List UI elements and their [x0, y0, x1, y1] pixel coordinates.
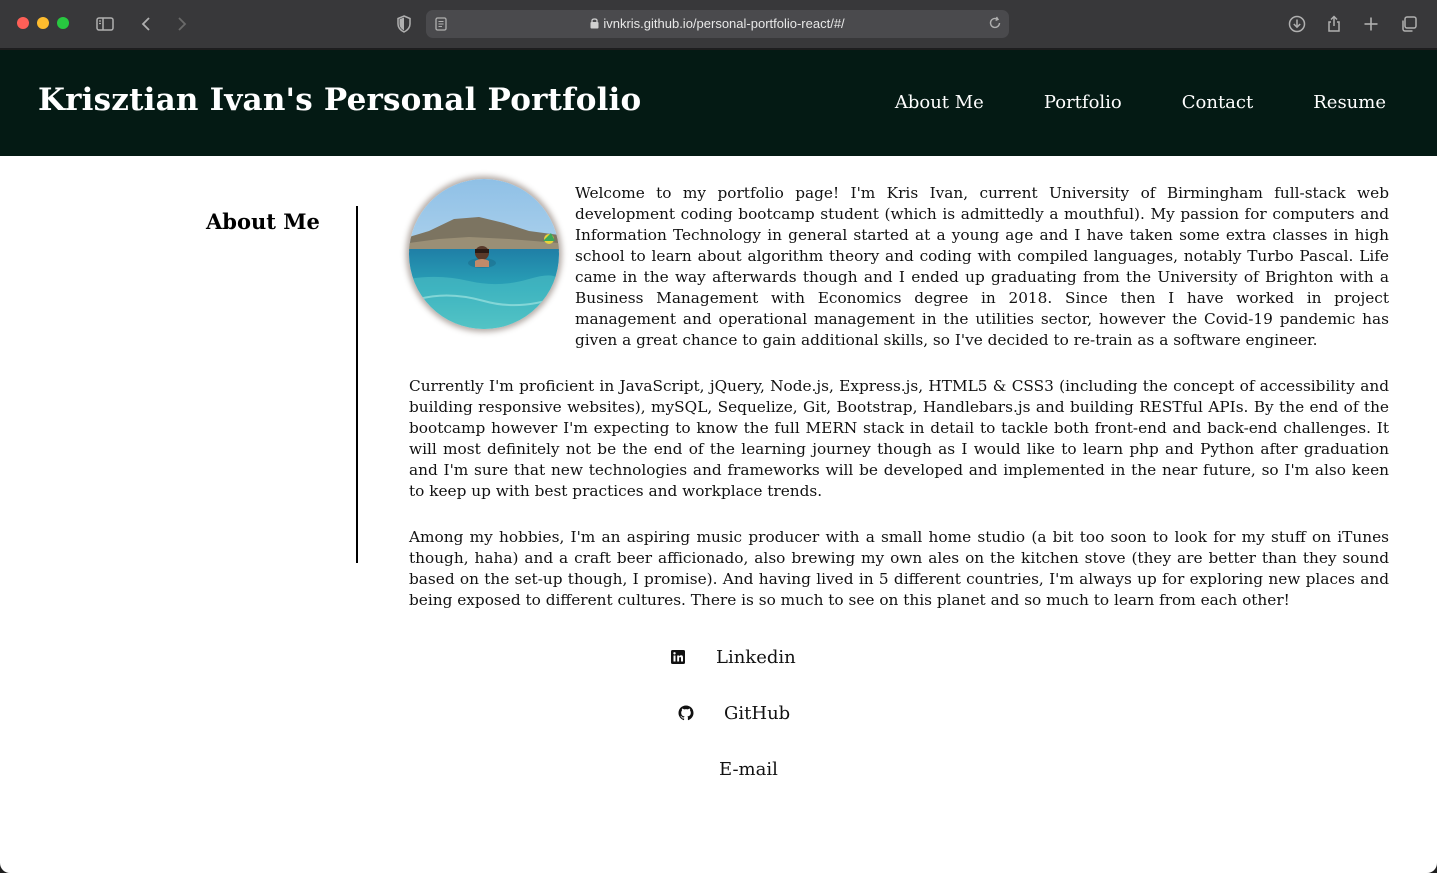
- address-bar[interactable]: ivnkris.github.io/personal-portfolio-rea…: [426, 10, 1009, 38]
- site-title[interactable]: Krisztian Ivan's Personal Portfolio: [38, 82, 641, 118]
- close-window-button[interactable]: [17, 17, 29, 29]
- linkedin-icon: [670, 649, 686, 665]
- plus-icon[interactable]: [1359, 12, 1383, 36]
- nav-contact[interactable]: Contact: [1182, 92, 1253, 113]
- about-paragraph-2: Currently I'm proficient in JavaScript, …: [409, 377, 1389, 500]
- zoom-window-button[interactable]: [57, 17, 69, 29]
- reload-icon[interactable]: [987, 15, 1003, 35]
- section-heading: About Me: [206, 209, 320, 234]
- profile-photo: [409, 179, 559, 329]
- lock-icon: [590, 17, 599, 32]
- sidebar-icon[interactable]: [93, 12, 117, 36]
- github-icon: [678, 705, 694, 721]
- site-header: Krisztian Ivan's Personal Portfolio Abou…: [0, 50, 1437, 156]
- about-content: Welcome to my portfolio page! I'm Kris I…: [409, 179, 1389, 636]
- web-page: Krisztian Ivan's Personal Portfolio Abou…: [0, 50, 1437, 873]
- email-link[interactable]: E-mail: [719, 757, 778, 781]
- minimize-window-button[interactable]: [37, 17, 49, 29]
- shield-icon[interactable]: [392, 12, 416, 36]
- about-paragraph-3: Among my hobbies, I'm an aspiring music …: [409, 528, 1389, 609]
- nav-portfolio[interactable]: Portfolio: [1044, 92, 1122, 113]
- back-icon[interactable]: [135, 12, 159, 36]
- site-nav: About Me Portfolio Contact Resume: [835, 92, 1386, 113]
- share-icon[interactable]: [1322, 12, 1346, 36]
- tabs-icon[interactable]: [1397, 12, 1421, 36]
- nav-about-me[interactable]: About Me: [895, 92, 984, 113]
- github-link[interactable]: GitHub: [678, 701, 790, 725]
- email-label: E-mail: [719, 758, 778, 780]
- forward-icon[interactable]: [169, 12, 193, 36]
- url-value: ivnkris.github.io/personal-portfolio-rea…: [603, 16, 845, 31]
- url-text: ivnkris.github.io/personal-portfolio-rea…: [426, 16, 1009, 32]
- linkedin-label: Linkedin: [716, 646, 796, 668]
- github-label: GitHub: [724, 702, 791, 724]
- linkedin-link[interactable]: Linkedin: [670, 645, 796, 669]
- download-icon[interactable]: [1285, 12, 1309, 36]
- section-divider: [356, 206, 358, 563]
- browser-toolbar: ivnkris.github.io/personal-portfolio-rea…: [0, 0, 1437, 49]
- nav-resume[interactable]: Resume: [1313, 92, 1386, 113]
